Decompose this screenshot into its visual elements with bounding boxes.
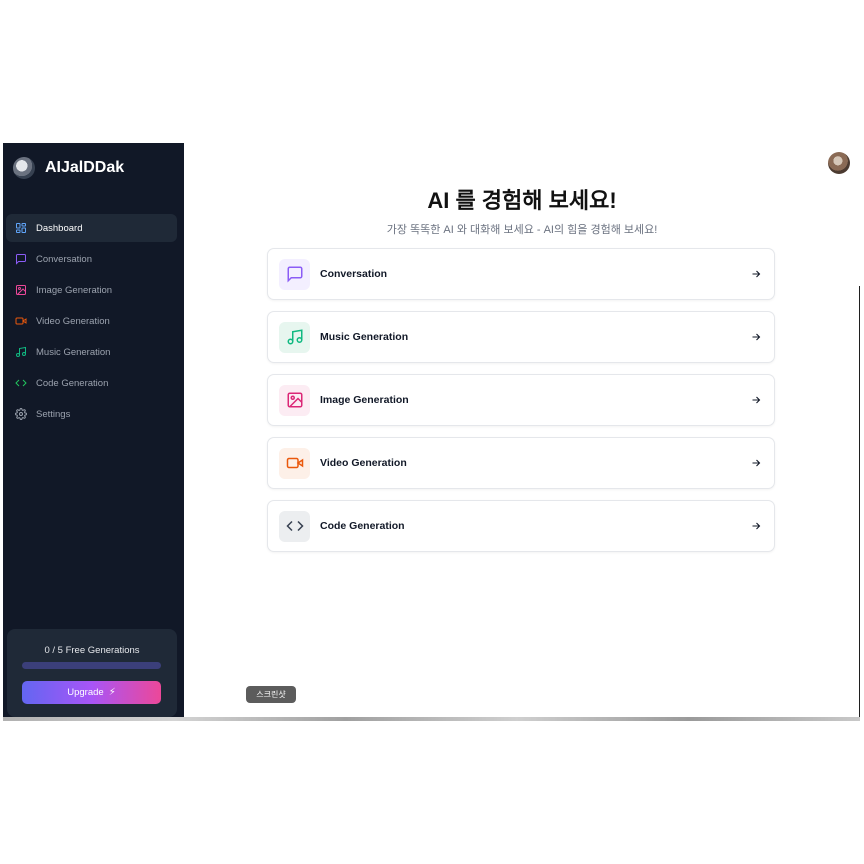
sidebar-item-label: Code Generation	[36, 377, 109, 389]
sidebar-item-label: Video Generation	[36, 315, 110, 327]
card-code-generation[interactable]: Code Generation	[267, 500, 775, 552]
brand-logo	[13, 157, 35, 179]
video-icon	[15, 315, 27, 327]
brand-name: AIJalDDak	[45, 159, 125, 176]
brand[interactable]: AIJalDDak	[13, 157, 124, 179]
image-icon	[279, 384, 310, 416]
image-icon	[15, 284, 27, 296]
main-content: AI 를 경험해 보세요! 가장 똑똑한 AI 와 대화해 보세요 - AI의 …	[184, 143, 860, 717]
sidebar-item-image-generation[interactable]: Image Generation	[6, 276, 177, 304]
arrow-right-icon	[749, 267, 763, 281]
sidebar-item-label: Dashboard	[36, 222, 83, 234]
message-square-icon	[279, 258, 310, 290]
free-generations-count: 0 / 5 Free Generations	[44, 645, 140, 656]
arrow-right-icon	[749, 456, 763, 470]
window-edge	[859, 286, 860, 717]
arrow-right-icon	[749, 393, 763, 407]
upgrade-label: Upgrade	[67, 687, 104, 698]
avatar[interactable]	[828, 152, 850, 174]
sidebar-item-settings[interactable]: Settings	[6, 400, 177, 428]
dashboard-icon	[15, 222, 27, 234]
card-video-generation[interactable]: Video Generation	[267, 437, 775, 489]
card-label: Music Generation	[320, 331, 409, 343]
app-window: AIJalDDak Dashboard Conversation Image G…	[3, 143, 860, 717]
arrow-right-icon	[749, 519, 763, 533]
sidebar: AIJalDDak Dashboard Conversation Image G…	[3, 143, 184, 717]
sidebar-item-label: Music Generation	[36, 346, 111, 358]
sidebar-item-label: Image Generation	[36, 284, 113, 296]
card-conversation[interactable]: Conversation	[267, 248, 775, 300]
free-generations-progress	[22, 662, 161, 669]
card-image-generation[interactable]: Image Generation	[267, 374, 775, 426]
tool-cards: Conversation Music Generation Image Gene	[267, 248, 775, 563]
music-icon	[279, 321, 310, 353]
free-generations-card: 0 / 5 Free Generations Upgrade ⚡	[7, 629, 177, 717]
page-title: AI 를 경험해 보세요!	[427, 188, 617, 213]
sidebar-item-code-generation[interactable]: Code Generation	[6, 369, 177, 397]
card-label: Video Generation	[320, 457, 407, 469]
sidebar-item-video-generation[interactable]: Video Generation	[6, 307, 177, 335]
sidebar-item-music-generation[interactable]: Music Generation	[6, 338, 177, 366]
screenshot-tooltip: 스크린샷	[246, 686, 296, 703]
code-icon	[279, 510, 310, 542]
sidebar-nav: Dashboard Conversation Image Generation …	[6, 214, 177, 431]
sidebar-item-dashboard[interactable]: Dashboard	[6, 214, 177, 242]
page-subtitle: 가장 똑똑한 AI 와 대화해 보세요 - AI의 힘을 경험해 보세요!	[386, 224, 658, 236]
sidebar-item-label: Conversation	[36, 253, 92, 265]
dock[interactable]	[3, 717, 860, 721]
arrow-right-icon	[749, 330, 763, 344]
sidebar-item-conversation[interactable]: Conversation	[6, 245, 177, 273]
code-icon	[15, 377, 27, 389]
gear-icon	[15, 408, 27, 420]
card-label: Conversation	[320, 268, 388, 280]
card-music-generation[interactable]: Music Generation	[267, 311, 775, 363]
card-label: Code Generation	[320, 520, 405, 532]
sidebar-item-label: Settings	[36, 408, 71, 420]
video-icon	[279, 447, 310, 479]
message-square-icon	[15, 253, 27, 265]
music-icon	[15, 346, 27, 358]
card-label: Image Generation	[320, 394, 409, 406]
lightning-icon: ⚡	[108, 687, 116, 698]
upgrade-button[interactable]: Upgrade ⚡	[22, 681, 161, 704]
